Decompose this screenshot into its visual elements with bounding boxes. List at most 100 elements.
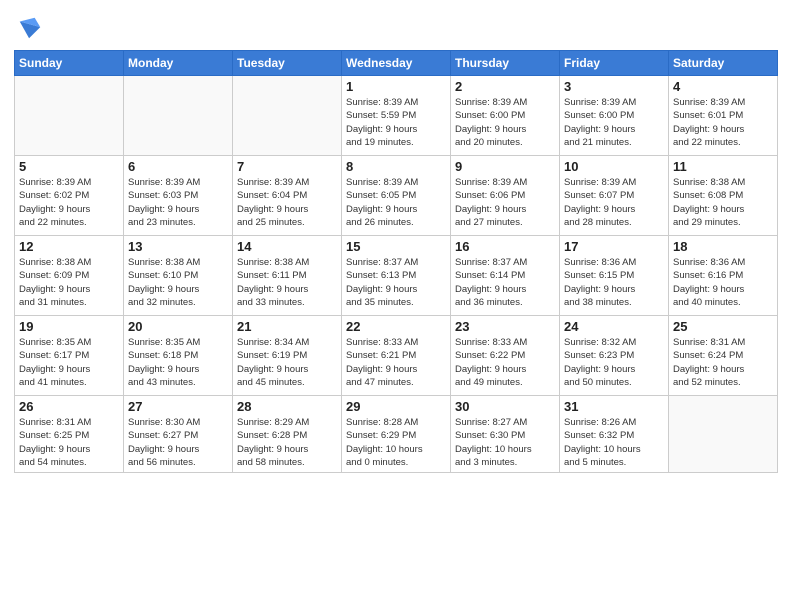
day-number: 23 — [455, 319, 555, 334]
calendar: SundayMondayTuesdayWednesdayThursdayFrid… — [14, 50, 778, 473]
weekday-header-friday: Friday — [560, 51, 669, 76]
calendar-cell: 6 Sunrise: 8:39 AM Sunset: 6:03 PM Daylig… — [124, 156, 233, 236]
calendar-cell — [15, 76, 124, 156]
calendar-cell: 25 Sunrise: 8:31 AM Sunset: 6:24 PM Dayli… — [669, 316, 778, 396]
day-number: 18 — [673, 239, 773, 254]
logo-icon — [16, 14, 44, 42]
weekday-header-tuesday: Tuesday — [233, 51, 342, 76]
calendar-week-5: 26 Sunrise: 8:31 AM Sunset: 6:25 PM Dayli… — [15, 396, 778, 473]
calendar-cell: 19 Sunrise: 8:35 AM Sunset: 6:17 PM Dayli… — [15, 316, 124, 396]
day-info: Sunrise: 8:38 AM Sunset: 6:08 PM Dayligh… — [673, 176, 773, 229]
day-info: Sunrise: 8:39 AM Sunset: 6:02 PM Dayligh… — [19, 176, 119, 229]
day-number: 19 — [19, 319, 119, 334]
day-info: Sunrise: 8:31 AM Sunset: 6:25 PM Dayligh… — [19, 416, 119, 469]
day-info: Sunrise: 8:29 AM Sunset: 6:28 PM Dayligh… — [237, 416, 337, 469]
day-info: Sunrise: 8:35 AM Sunset: 6:18 PM Dayligh… — [128, 336, 228, 389]
day-info: Sunrise: 8:33 AM Sunset: 6:21 PM Dayligh… — [346, 336, 446, 389]
calendar-week-4: 19 Sunrise: 8:35 AM Sunset: 6:17 PM Dayli… — [15, 316, 778, 396]
calendar-cell: 20 Sunrise: 8:35 AM Sunset: 6:18 PM Dayli… — [124, 316, 233, 396]
calendar-cell: 23Sunrise: 8:33 AM Sunset: 6:22 PM Dayli… — [451, 316, 560, 396]
weekday-header-saturday: Saturday — [669, 51, 778, 76]
day-number: 14 — [237, 239, 337, 254]
calendar-cell: 22 Sunrise: 8:33 AM Sunset: 6:21 PM Dayli… — [342, 316, 451, 396]
calendar-cell: 9 Sunrise: 8:39 AM Sunset: 6:06 PM Daylig… — [451, 156, 560, 236]
calendar-cell: 21 Sunrise: 8:34 AM Sunset: 6:19 PM Dayli… — [233, 316, 342, 396]
day-number: 11 — [673, 159, 773, 174]
calendar-cell: 12 Sunrise: 8:38 AM Sunset: 6:09 PM Dayli… — [15, 236, 124, 316]
day-info: Sunrise: 8:39 AM Sunset: 6:06 PM Dayligh… — [455, 176, 555, 229]
calendar-cell: 7 Sunrise: 8:39 AM Sunset: 6:04 PM Daylig… — [233, 156, 342, 236]
day-number: 7 — [237, 159, 337, 174]
day-number: 26 — [19, 399, 119, 414]
calendar-cell: 10 Sunrise: 8:39 AM Sunset: 6:07 PM Dayli… — [560, 156, 669, 236]
calendar-cell: 18 Sunrise: 8:36 AM Sunset: 6:16 PM Dayli… — [669, 236, 778, 316]
day-number: 5 — [19, 159, 119, 174]
day-number: 8 — [346, 159, 446, 174]
day-info: Sunrise: 8:39 AM Sunset: 6:07 PM Dayligh… — [564, 176, 664, 229]
calendar-cell: 24 Sunrise: 8:32 AM Sunset: 6:23 PM Dayli… — [560, 316, 669, 396]
day-info: Sunrise: 8:35 AM Sunset: 6:17 PM Dayligh… — [19, 336, 119, 389]
calendar-cell — [233, 76, 342, 156]
page-container: SundayMondayTuesdayWednesdayThursdayFrid… — [0, 0, 792, 479]
day-info: Sunrise: 8:30 AM Sunset: 6:27 PM Dayligh… — [128, 416, 228, 469]
day-info: Sunrise: 8:34 AM Sunset: 6:19 PM Dayligh… — [237, 336, 337, 389]
calendar-cell: 31Sunrise: 8:26 AM Sunset: 6:32 PM Dayli… — [560, 396, 669, 473]
day-number: 28 — [237, 399, 337, 414]
weekday-header-sunday: Sunday — [15, 51, 124, 76]
day-number: 6 — [128, 159, 228, 174]
calendar-cell: 27Sunrise: 8:30 AM Sunset: 6:27 PM Dayli… — [124, 396, 233, 473]
day-info: Sunrise: 8:38 AM Sunset: 6:10 PM Dayligh… — [128, 256, 228, 309]
day-info: Sunrise: 8:39 AM Sunset: 6:03 PM Dayligh… — [128, 176, 228, 229]
day-info: Sunrise: 8:28 AM Sunset: 6:29 PM Dayligh… — [346, 416, 446, 469]
day-number: 2 — [455, 79, 555, 94]
day-number: 12 — [19, 239, 119, 254]
calendar-cell: 1Sunrise: 8:39 AM Sunset: 5:59 PM Daylig… — [342, 76, 451, 156]
day-number: 13 — [128, 239, 228, 254]
day-number: 24 — [564, 319, 664, 334]
day-number: 16 — [455, 239, 555, 254]
day-info: Sunrise: 8:39 AM Sunset: 6:05 PM Dayligh… — [346, 176, 446, 229]
calendar-cell: 4Sunrise: 8:39 AM Sunset: 6:01 PM Daylig… — [669, 76, 778, 156]
day-info: Sunrise: 8:27 AM Sunset: 6:30 PM Dayligh… — [455, 416, 555, 469]
day-info: Sunrise: 8:38 AM Sunset: 6:09 PM Dayligh… — [19, 256, 119, 309]
weekday-header-monday: Monday — [124, 51, 233, 76]
day-info: Sunrise: 8:39 AM Sunset: 6:00 PM Dayligh… — [455, 96, 555, 149]
calendar-cell — [669, 396, 778, 473]
day-number: 29 — [346, 399, 446, 414]
day-info: Sunrise: 8:36 AM Sunset: 6:16 PM Dayligh… — [673, 256, 773, 309]
day-info: Sunrise: 8:32 AM Sunset: 6:23 PM Dayligh… — [564, 336, 664, 389]
day-number: 31 — [564, 399, 664, 414]
day-number: 3 — [564, 79, 664, 94]
calendar-cell: 26 Sunrise: 8:31 AM Sunset: 6:25 PM Dayli… — [15, 396, 124, 473]
calendar-cell — [124, 76, 233, 156]
calendar-cell: 2 Sunrise: 8:39 AM Sunset: 6:00 PM Daylig… — [451, 76, 560, 156]
day-number: 20 — [128, 319, 228, 334]
calendar-cell: 15 Sunrise: 8:37 AM Sunset: 6:13 PM Dayli… — [342, 236, 451, 316]
day-info: Sunrise: 8:31 AM Sunset: 6:24 PM Dayligh… — [673, 336, 773, 389]
day-number: 30 — [455, 399, 555, 414]
logo — [14, 14, 44, 42]
weekday-header-row: SundayMondayTuesdayWednesdayThursdayFrid… — [15, 51, 778, 76]
calendar-cell: 17Sunrise: 8:36 AM Sunset: 6:15 PM Dayli… — [560, 236, 669, 316]
day-info: Sunrise: 8:39 AM Sunset: 5:59 PM Dayligh… — [346, 96, 446, 149]
calendar-week-3: 12 Sunrise: 8:38 AM Sunset: 6:09 PM Dayli… — [15, 236, 778, 316]
day-info: Sunrise: 8:37 AM Sunset: 6:14 PM Dayligh… — [455, 256, 555, 309]
day-number: 4 — [673, 79, 773, 94]
day-number: 17 — [564, 239, 664, 254]
calendar-week-2: 5 Sunrise: 8:39 AM Sunset: 6:02 PM Daylig… — [15, 156, 778, 236]
day-number: 22 — [346, 319, 446, 334]
calendar-cell: 8 Sunrise: 8:39 AM Sunset: 6:05 PM Daylig… — [342, 156, 451, 236]
day-info: Sunrise: 8:39 AM Sunset: 6:04 PM Dayligh… — [237, 176, 337, 229]
calendar-cell: 13 Sunrise: 8:38 AM Sunset: 6:10 PM Dayli… — [124, 236, 233, 316]
calendar-cell: 28 Sunrise: 8:29 AM Sunset: 6:28 PM Dayli… — [233, 396, 342, 473]
day-number: 25 — [673, 319, 773, 334]
day-number: 9 — [455, 159, 555, 174]
day-number: 21 — [237, 319, 337, 334]
day-number: 15 — [346, 239, 446, 254]
calendar-cell: 16 Sunrise: 8:37 AM Sunset: 6:14 PM Dayli… — [451, 236, 560, 316]
calendar-cell: 3Sunrise: 8:39 AM Sunset: 6:00 PM Daylig… — [560, 76, 669, 156]
day-info: Sunrise: 8:37 AM Sunset: 6:13 PM Dayligh… — [346, 256, 446, 309]
day-number: 10 — [564, 159, 664, 174]
calendar-cell: 30 Sunrise: 8:27 AM Sunset: 6:30 PM Dayli… — [451, 396, 560, 473]
weekday-header-wednesday: Wednesday — [342, 51, 451, 76]
